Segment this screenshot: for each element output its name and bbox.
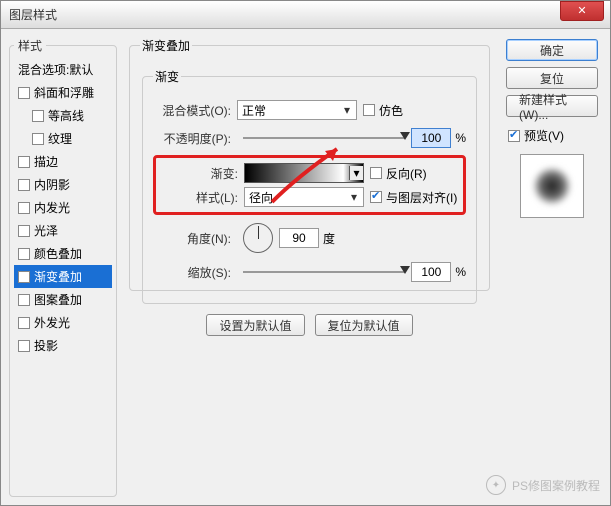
style-item[interactable]: 图案叠加: [14, 288, 112, 311]
style-item[interactable]: 内阴影: [14, 173, 112, 196]
style-item[interactable]: 投影: [14, 334, 112, 357]
style-checkbox[interactable]: [32, 110, 44, 122]
style-item[interactable]: 描边: [14, 150, 112, 173]
scale-input[interactable]: 100: [411, 262, 451, 282]
opacity-input[interactable]: 100: [411, 128, 451, 148]
style-item-label: 斜面和浮雕: [34, 84, 94, 101]
style-label: 样式(L):: [160, 189, 244, 206]
style-item-label: 渐变叠加: [34, 268, 82, 285]
angle-input[interactable]: 90: [279, 228, 319, 248]
style-item[interactable]: 斜面和浮雕: [14, 81, 112, 104]
titlebar: 图层样式 ✕: [1, 1, 610, 29]
chevron-down-icon: ▾: [347, 190, 361, 204]
chevron-down-icon: ▾: [349, 166, 363, 180]
style-checkbox[interactable]: [18, 87, 30, 99]
close-button[interactable]: ✕: [560, 1, 604, 21]
style-item[interactable]: 内发光: [14, 196, 112, 219]
scale-label: 缩放(S):: [153, 264, 237, 281]
reverse-checkbox[interactable]: 反向(R): [370, 165, 427, 182]
ok-button[interactable]: 确定: [506, 39, 598, 61]
style-checkbox[interactable]: [18, 179, 30, 191]
style-item[interactable]: 等高线: [14, 104, 112, 127]
scale-slider[interactable]: [243, 269, 405, 275]
style-checkbox[interactable]: [18, 156, 30, 168]
angle-dial[interactable]: [243, 223, 273, 253]
layer-style-dialog: 图层样式 ✕ 样式 混合选项:默认 斜面和浮雕等高线纹理描边内阴影内发光光泽颜色…: [0, 0, 611, 506]
new-style-button[interactable]: 新建样式(W)...: [506, 95, 598, 117]
blend-mode-label: 混合模式(O):: [153, 102, 237, 119]
style-checkbox[interactable]: [18, 271, 30, 283]
styles-heading: 样式: [14, 37, 46, 54]
highlight-annotation: 渐变: ▾ 反向(R) 样式(L): 径向▾: [153, 155, 466, 215]
reset-default-button[interactable]: 复位为默认值: [315, 314, 413, 336]
style-checkbox[interactable]: [18, 294, 30, 306]
style-item-label: 纹理: [48, 130, 72, 147]
chevron-down-icon: ▾: [340, 103, 354, 117]
gradient-picker[interactable]: ▾: [244, 163, 364, 183]
watermark: ✦ PS修图案例教程: [486, 475, 600, 495]
style-item-label: 内阴影: [34, 176, 70, 193]
style-item[interactable]: 外发光: [14, 311, 112, 334]
preview-swatch: [520, 154, 584, 218]
opacity-label: 不透明度(P):: [153, 130, 237, 147]
gradient-label: 渐变:: [160, 165, 244, 182]
style-item-label: 等高线: [48, 107, 84, 124]
style-select[interactable]: 径向▾: [244, 187, 364, 207]
wechat-icon: ✦: [486, 475, 506, 495]
set-default-button[interactable]: 设置为默认值: [206, 314, 304, 336]
style-checkbox[interactable]: [18, 202, 30, 214]
preview-checkbox[interactable]: 预览(V): [508, 127, 564, 144]
dither-checkbox[interactable]: 仿色: [363, 102, 403, 119]
style-checkbox[interactable]: [18, 225, 30, 237]
style-item[interactable]: 渐变叠加: [14, 265, 112, 288]
style-item-label: 颜色叠加: [34, 245, 82, 262]
style-checkbox[interactable]: [18, 317, 30, 329]
style-item-label: 光泽: [34, 222, 58, 239]
style-checkbox[interactable]: [32, 133, 44, 145]
style-checkbox[interactable]: [18, 248, 30, 260]
action-panel: 确定 复位 新建样式(W)... 预览(V): [502, 37, 602, 497]
style-item[interactable]: 纹理: [14, 127, 112, 150]
blending-options[interactable]: 混合选项:默认: [14, 58, 112, 81]
style-item-label: 描边: [34, 153, 58, 170]
section-title: 渐变叠加: [140, 37, 192, 54]
angle-label: 角度(N):: [153, 230, 237, 247]
opacity-slider[interactable]: [243, 135, 405, 141]
align-checkbox[interactable]: 与图层对齐(I): [370, 189, 457, 206]
style-checkbox[interactable]: [18, 340, 30, 352]
window-title: 图层样式: [9, 6, 57, 23]
style-item-label: 图案叠加: [34, 291, 82, 308]
style-item[interactable]: 光泽: [14, 219, 112, 242]
settings-panel: 渐变叠加 渐变 混合模式(O): 正常▾ 仿色 不透明度(P):: [127, 37, 492, 497]
blend-mode-select[interactable]: 正常▾: [237, 100, 357, 120]
styles-panel: 样式 混合选项:默认 斜面和浮雕等高线纹理描边内阴影内发光光泽颜色叠加渐变叠加图…: [9, 37, 117, 497]
cancel-button[interactable]: 复位: [506, 67, 598, 89]
gradient-group-title: 渐变: [153, 68, 181, 85]
style-item-label: 外发光: [34, 314, 70, 331]
style-item-label: 内发光: [34, 199, 70, 216]
style-item-label: 投影: [34, 337, 58, 354]
style-item[interactable]: 颜色叠加: [14, 242, 112, 265]
